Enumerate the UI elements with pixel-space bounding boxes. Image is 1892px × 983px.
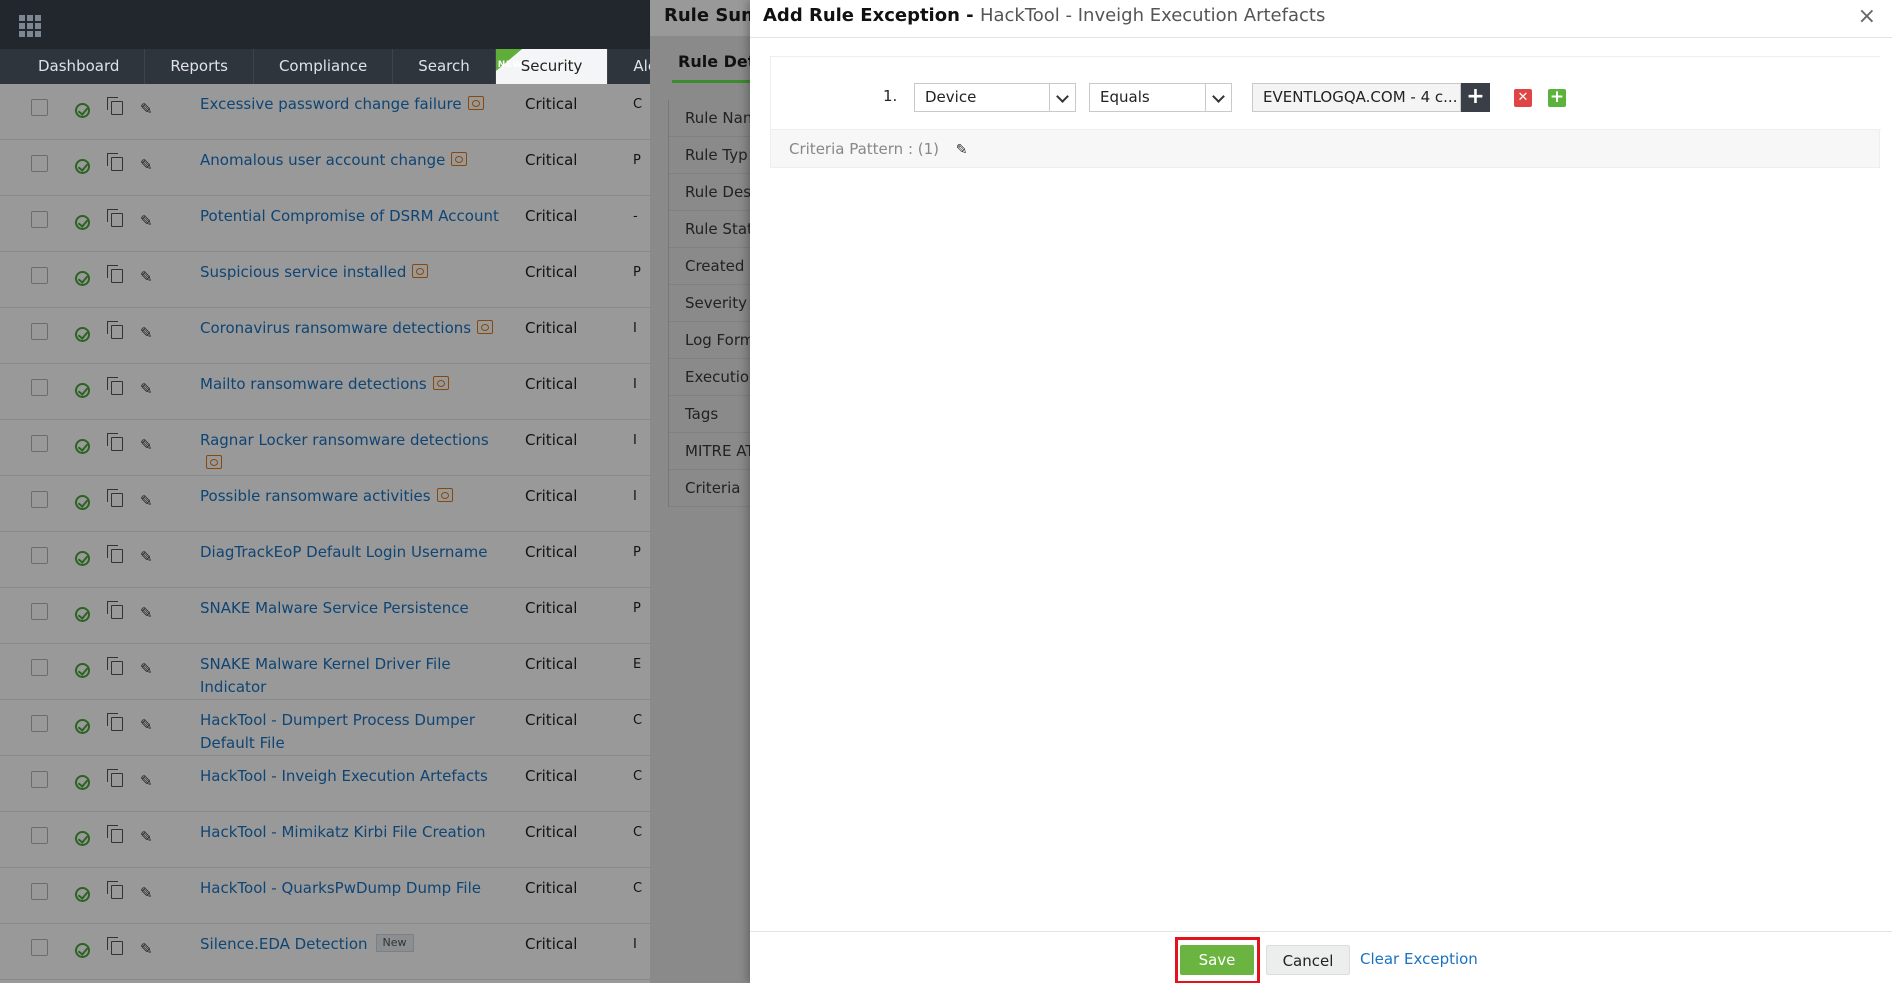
criteria-pattern-text: Criteria Pattern : (1) (789, 140, 940, 158)
summary-label: MITRE ATT&CK (669, 433, 760, 470)
tab-reports[interactable]: Reports (145, 49, 254, 84)
summary-label: Criteria (669, 470, 760, 507)
new-ribbon: NEW (495, 49, 523, 71)
tab-dashboard[interactable]: Dashboard (13, 49, 146, 84)
operator-select[interactable]: Equals (1089, 83, 1232, 112)
summary-labels: Rule NanRule TypRule DescriptiRule StatC… (668, 100, 760, 507)
operator-select-value: Equals (1100, 88, 1150, 106)
summary-label: Rule Nan (669, 100, 760, 137)
criteria-pattern: Criteria Pattern : (1) ✎ (789, 140, 968, 158)
summary-label: Created I (669, 248, 760, 285)
summary-label: Execution Type (669, 359, 760, 396)
tab-security[interactable]: NEW Security (495, 49, 609, 84)
rule-summary-panel: Rule Summ Rule Deta Rule NanRule TypRule… (650, 0, 760, 983)
summary-label: Tags (669, 396, 760, 433)
delete-row-button[interactable]: ✕ (1514, 89, 1532, 107)
field-select[interactable]: Device (914, 83, 1076, 112)
apps-grid-icon[interactable] (19, 15, 41, 37)
dialog-footer: Save Cancel Clear Exception (750, 931, 1892, 983)
summary-title: Rule Summ (664, 5, 760, 26)
tab-security-label: Security (520, 57, 583, 75)
chevron-down-icon[interactable] (1049, 84, 1075, 111)
save-button[interactable]: Save (1180, 945, 1254, 975)
tab-compliance[interactable]: Compliance (254, 49, 394, 84)
new-ribbon-label: NEW (497, 60, 523, 70)
cancel-button[interactable]: Cancel (1266, 945, 1350, 975)
criteria-box: 1. Device Equals EVENTLOGQA.COM - 4 c...… (770, 56, 1881, 168)
add-rule-exception-dialog: Add Rule Exception - HackTool - Inveigh … (750, 0, 1892, 983)
value-field[interactable]: EVENTLOGQA.COM - 4 c... (1252, 83, 1461, 112)
dialog-subtitle: HackTool - Inveigh Execution Artefacts (979, 5, 1326, 26)
summary-label: Log Form (669, 322, 760, 359)
chevron-down-icon[interactable] (1205, 84, 1231, 111)
summary-label: Rule Typ (669, 137, 760, 174)
edit-pencil-icon[interactable]: ✎ (956, 142, 968, 158)
summary-label: Rule Descripti (669, 174, 760, 211)
tab-rule-details[interactable]: Rule Deta (678, 52, 760, 71)
criteria-row-number: 1. (883, 87, 898, 105)
tab-search[interactable]: Search (393, 49, 496, 84)
close-icon[interactable]: × (1858, 4, 1876, 29)
dialog-title: Add Rule Exception - HackTool - Inveigh … (763, 5, 1325, 26)
app: Dashboard Reports Compliance Search NEW … (0, 0, 1892, 983)
add-value-button[interactable]: + (1461, 83, 1490, 112)
add-row-button[interactable]: + (1548, 89, 1566, 107)
summary-label: Severity (669, 285, 760, 322)
modal-backdrop (0, 84, 650, 983)
field-select-value: Device (925, 88, 977, 106)
dialog-title-text: Add Rule Exception - (763, 5, 974, 26)
tab-underline (672, 80, 760, 83)
dialog-header: Add Rule Exception - HackTool - Inveigh … (750, 0, 1892, 38)
criteria-row: 1. Device Equals EVENTLOGQA.COM - 4 c...… (771, 57, 1881, 130)
clear-exception-link[interactable]: Clear Exception (1360, 950, 1478, 968)
summary-label: Rule Stat (669, 211, 760, 248)
